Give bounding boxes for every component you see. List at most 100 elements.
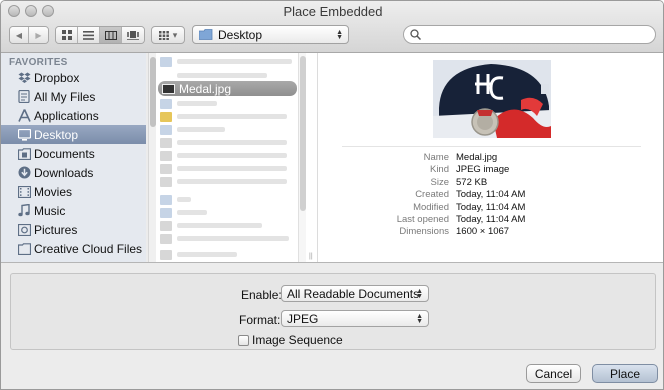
folder-icon [160, 194, 172, 205]
selected-file-label: Medal.jpg [179, 81, 232, 96]
updown-arrows-icon: ▲ ▼ [416, 287, 423, 300]
place-embedded-dialog: Place Embedded ◀ ▶ ▾ Desktop ▲ ▼ FAVORIT… [0, 0, 664, 390]
sidebar-item-documents[interactable]: Documents [1, 144, 146, 163]
list-item[interactable] [160, 175, 300, 188]
file-icon [160, 233, 172, 244]
chevron-down-icon: ▾ [172, 29, 178, 40]
back-button[interactable]: ◀ [10, 27, 29, 43]
folder-icon [160, 124, 172, 135]
format-label: Format: [239, 313, 281, 327]
coverflow-view-button[interactable] [122, 27, 144, 43]
sidebar-item-label: Desktop [34, 127, 79, 142]
forward-arrow-icon: ▶ [35, 30, 42, 40]
file-list-column: Medal.jpg [156, 53, 304, 262]
preview-pane: Name Medal.jpg Kind JPEG image Size 572 KB … [318, 53, 663, 262]
applications-icon [17, 109, 31, 123]
location-label: Desktop [218, 27, 263, 42]
list-item[interactable] [160, 206, 300, 219]
info-row-dimensions: Dimensions 1600 × 1067 [399, 226, 510, 238]
list-item[interactable] [160, 248, 300, 261]
sidebar-item-music[interactable]: Music [1, 201, 146, 220]
sidebar-item-label: Creative Cloud Files [34, 241, 143, 256]
file-icon [160, 220, 172, 231]
search-icon [410, 29, 421, 40]
enable-value: All Readable Documents [287, 286, 420, 301]
column-view-button[interactable] [100, 27, 122, 43]
sidebar-item-pictures[interactable]: Pictures [1, 220, 146, 239]
selected-file-medal[interactable]: Medal.jpg [158, 81, 297, 96]
desktop-icon [17, 128, 31, 142]
image-sequence-checkbox[interactable] [238, 335, 249, 346]
file-icon [160, 249, 172, 260]
list-item[interactable] [160, 55, 300, 68]
sidebar-item-creative-cloud[interactable]: Creative Cloud Files [1, 239, 146, 258]
movies-icon [17, 185, 31, 199]
all-files-icon [17, 90, 31, 104]
list-view-button[interactable] [78, 27, 100, 43]
column-view-icon [104, 30, 117, 40]
search-field[interactable] [403, 25, 656, 44]
list-item[interactable] [160, 232, 300, 245]
info-row-last-opened: Last opened Today, 11:04 AM [396, 213, 526, 225]
dropbox-icon [17, 71, 31, 85]
sidebar-item-label: Movies [34, 184, 73, 199]
arrange-grid-icon [158, 30, 169, 40]
updown-arrows-icon: ▲ ▼ [336, 28, 343, 41]
file-list-scrollbar[interactable] [298, 53, 306, 262]
file-icon [160, 56, 172, 67]
folder-icon [160, 207, 172, 218]
file-icon [160, 176, 172, 187]
info-row-modified: Modified Today, 11:04 AM [413, 201, 526, 213]
updown-arrows-icon: ▲ ▼ [416, 312, 423, 325]
info-row-name: Name Medal.jpg [423, 152, 498, 163]
search-input[interactable] [424, 27, 649, 42]
view-mode-control [55, 26, 145, 44]
sidebar-item-desktop[interactable]: Desktop [1, 125, 146, 144]
sidebar-item-dropbox[interactable]: Dropbox [1, 68, 146, 87]
sidebar-item-downloads[interactable]: Downloads [1, 163, 146, 182]
browser-bottom-divider [1, 262, 663, 263]
list-item[interactable] [160, 149, 300, 162]
back-arrow-icon: ◀ [15, 30, 23, 40]
documents-icon [17, 147, 31, 161]
sidebar-item-movies[interactable]: Movies [1, 182, 146, 201]
sidebar-item-all-my-files[interactable]: All My Files [1, 87, 146, 106]
sidebar: FAVORITES Dropbox All My Files Applicati… [1, 53, 146, 262]
list-item[interactable] [160, 123, 300, 136]
list-item[interactable] [160, 97, 300, 110]
coverflow-view-icon [127, 30, 139, 40]
sidebar-scrollbar[interactable] [148, 53, 156, 262]
sidebar-item-applications[interactable]: Applications [1, 106, 146, 125]
sidebar-item-label: Applications [34, 108, 99, 123]
info-row-size: Size 572 KB [430, 176, 488, 188]
file-icon [160, 163, 172, 174]
icon-view-button[interactable] [56, 27, 78, 43]
info-divider [342, 146, 641, 147]
list-item[interactable] [160, 162, 300, 175]
list-item[interactable] [160, 110, 300, 123]
enable-popup[interactable]: All Readable Documents ▲ ▼ [281, 285, 429, 302]
forward-button[interactable]: ▶ [29, 27, 48, 43]
list-item[interactable] [160, 136, 300, 149]
sidebar-item-label: All My Files [34, 89, 96, 104]
file-info-table: Name Medal.jpg Kind JPEG image Size 572 KB … [318, 152, 663, 239]
icon-view-icon [61, 30, 72, 40]
jpeg-file-icon [162, 83, 175, 94]
sidebar-item-label: Pictures [34, 222, 78, 237]
downloads-icon [17, 166, 31, 180]
list-item[interactable] [160, 193, 300, 206]
arrange-button[interactable]: ▾ [151, 26, 185, 44]
location-popup[interactable]: Desktop ▲ ▼ [192, 25, 349, 44]
info-row-created: Created Today, 11:04 AM [415, 189, 526, 201]
list-item[interactable] [160, 219, 300, 232]
folder-icon [160, 98, 172, 109]
column-divider[interactable]: || [306, 53, 318, 262]
info-row-kind: Kind JPEG image [429, 164, 510, 176]
place-button[interactable]: Place [592, 364, 658, 383]
cancel-button[interactable]: Cancel [526, 364, 581, 383]
image-sequence-label[interactable]: Image Sequence [252, 333, 343, 347]
sidebar-item-label: Downloads [34, 165, 94, 180]
resize-grip-icon[interactable]: || [309, 253, 313, 260]
format-popup[interactable]: JPEG ▲ ▼ [281, 310, 429, 327]
window-title: Place Embedded [283, 4, 383, 19]
